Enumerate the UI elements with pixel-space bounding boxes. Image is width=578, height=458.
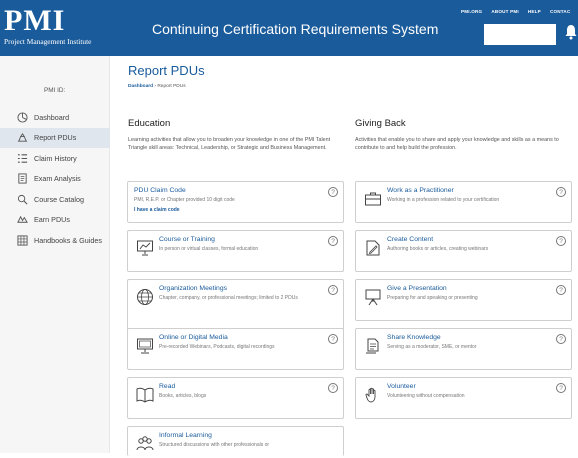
- education-section-desc: Learning activities that allow you to br…: [128, 137, 331, 151]
- pmi-id-label: PMI ID:: [44, 87, 66, 94]
- card-desc: Authoring books or articles, creating we…: [387, 246, 489, 252]
- sidebar-item-exam-analysis[interactable]: Exam Analysis: [0, 169, 110, 190]
- education-section-title: Education: [128, 118, 171, 129]
- help-icon[interactable]: ?: [556, 383, 566, 393]
- link-contact[interactable]: CONTAC: [550, 9, 571, 14]
- card-title: Course or Training: [159, 236, 215, 243]
- card-give-presentation[interactable]: Give a Presentation Preparing for and sp…: [355, 279, 572, 321]
- card-work-as-practitioner[interactable]: Work as a Practitioner Working in a prof…: [355, 181, 572, 223]
- help-icon[interactable]: ?: [328, 383, 338, 393]
- card-desc: Preparing for and speaking or presenting: [387, 295, 478, 301]
- card-organization-meetings[interactable]: Organization Meetings Chapter, company, …: [127, 279, 344, 331]
- card-desc: Books, articles, blogs: [159, 393, 207, 399]
- sidebar: PMI ID: Dashboard Report PDUs Claim Hist…: [0, 56, 110, 453]
- card-pdu-claim-code[interactable]: PDU Claim Code PMI, R.E.P. or Chapter pr…: [127, 181, 344, 223]
- claim-history-icon: [17, 153, 28, 164]
- sidebar-item-report-pdus[interactable]: Report PDUs: [0, 127, 110, 148]
- card-title: Work as a Practitioner: [387, 187, 454, 194]
- sidebar-item-label: Earn PDUs: [34, 215, 70, 225]
- breadcrumb-dashboard-link[interactable]: Dashboard: [128, 84, 153, 89]
- sidebar-nav: Dashboard Report PDUs Claim History Exam…: [0, 107, 110, 251]
- sidebar-item-label: Handbooks & Guides: [34, 235, 102, 245]
- card-volunteer[interactable]: Volunteer Volunteering without compensat…: [355, 377, 572, 419]
- card-title: Create Content: [387, 236, 434, 243]
- sidebar-item-label: Dashboard: [34, 112, 70, 122]
- link-about-pmi[interactable]: ABOUT PMI: [491, 9, 519, 14]
- card-title: Read: [159, 383, 176, 390]
- sidebar-item-handbooks-guides[interactable]: Handbooks & Guides: [0, 230, 110, 251]
- card-desc: In person or virtual classes, formal edu…: [159, 246, 259, 252]
- sidebar-item-dashboard[interactable]: Dashboard: [0, 107, 110, 128]
- giving-back-section-desc: Activities that enable you to share and …: [355, 137, 559, 151]
- sidebar-item-earn-pdus[interactable]: Earn PDUs: [0, 210, 110, 231]
- group-icon: [136, 435, 154, 453]
- sidebar-item-course-catalog[interactable]: Course Catalog: [0, 189, 110, 210]
- pmi-logo[interactable]: PMI Project Management Institute: [4, 4, 108, 47]
- card-title: PDU Claim Code: [134, 187, 186, 194]
- help-icon[interactable]: ?: [556, 334, 566, 344]
- briefcase-icon: [364, 190, 382, 208]
- help-icon[interactable]: ?: [556, 285, 566, 295]
- card-title: Organization Meetings: [159, 285, 228, 292]
- card-title: Share Knowledge: [387, 334, 441, 341]
- card-desc: Structured discussions with other profes…: [159, 442, 270, 448]
- card-title: Give a Presentation: [387, 285, 447, 292]
- sidebar-item-label: Report PDUs: [34, 133, 77, 143]
- card-desc: Chapter, company, or professional meetin…: [159, 295, 298, 301]
- raised-hand-icon: [364, 386, 382, 404]
- card-share-knowledge[interactable]: Share Knowledge Serving as a moderator, …: [355, 328, 572, 370]
- link-help[interactable]: HELP: [528, 9, 541, 14]
- help-icon[interactable]: ?: [556, 187, 566, 197]
- sidebar-item-label: Exam Analysis: [34, 174, 81, 184]
- handbooks-icon: [17, 235, 28, 246]
- pen-document-icon: [364, 239, 382, 257]
- card-desc: Working in a profession related to your …: [387, 197, 500, 203]
- help-icon[interactable]: ?: [328, 236, 338, 246]
- card-title: Informal Learning: [159, 432, 212, 439]
- report-pdus-icon: [17, 132, 28, 143]
- breadcrumb: Dashboard › Report PDUs: [128, 84, 186, 89]
- logo-subtitle: Project Management Institute: [4, 37, 92, 46]
- app-header: PMI Project Management Institute Continu…: [0, 0, 578, 56]
- card-desc: PMI, R.E.P. or Chapter provided 10 digit…: [134, 197, 235, 203]
- card-course-or-training[interactable]: Course or Training In person or virtual …: [127, 230, 344, 272]
- open-book-icon: [136, 386, 154, 404]
- app-title: Continuing Certification Requirements Sy…: [152, 21, 439, 37]
- claim-code-link[interactable]: I have a claim code: [134, 207, 180, 213]
- help-icon[interactable]: ?: [328, 334, 338, 344]
- help-icon[interactable]: ?: [556, 236, 566, 246]
- sidebar-item-label: Claim History: [34, 153, 77, 163]
- help-icon[interactable]: ?: [328, 285, 338, 295]
- giving-back-section-title: Giving Back: [355, 118, 406, 129]
- card-desc: Volunteering without compensation: [387, 393, 465, 399]
- card-title: Online or Digital Media: [159, 334, 228, 341]
- help-icon[interactable]: ?: [328, 187, 338, 197]
- share-document-icon: [364, 337, 382, 355]
- card-title: Volunteer: [387, 383, 416, 390]
- card-create-content[interactable]: Create Content Authoring books or articl…: [355, 230, 572, 272]
- card-desc: Pre-recorded Webinars, Podcasts, digital…: [159, 344, 275, 350]
- sidebar-item-claim-history[interactable]: Claim History: [0, 148, 110, 169]
- sidebar-item-label: Course Catalog: [34, 194, 84, 204]
- bell-icon[interactable]: [565, 24, 577, 40]
- card-informal-learning[interactable]: Informal Learning Structured discussions…: [127, 426, 344, 456]
- top-links: PMI.ORG ABOUT PMI HELP CONTAC: [461, 9, 570, 14]
- page-title: Report PDUs: [128, 63, 205, 78]
- card-desc: Serving as a moderator, SME, or mentor: [387, 344, 477, 350]
- exam-analysis-icon: [17, 173, 28, 184]
- breadcrumb-current: Report PDUs: [157, 84, 186, 89]
- logo-mark: PMI: [4, 4, 66, 37]
- course-catalog-icon: [17, 194, 28, 205]
- earn-pdus-icon: [17, 214, 28, 225]
- card-read[interactable]: Read Books, articles, blogs ?: [127, 377, 344, 419]
- globe-icon: [136, 288, 154, 306]
- card-online-digital-media[interactable]: Online or Digital Media Pre-recorded Web…: [127, 328, 344, 370]
- dashboard-icon: [17, 112, 28, 123]
- easel-icon: [364, 288, 382, 306]
- presentation-board-icon: [136, 239, 154, 257]
- link-pmi-org[interactable]: PMI.ORG: [461, 9, 482, 14]
- user-name-redacted[interactable]: [484, 24, 556, 45]
- monitor-icon: [136, 337, 154, 355]
